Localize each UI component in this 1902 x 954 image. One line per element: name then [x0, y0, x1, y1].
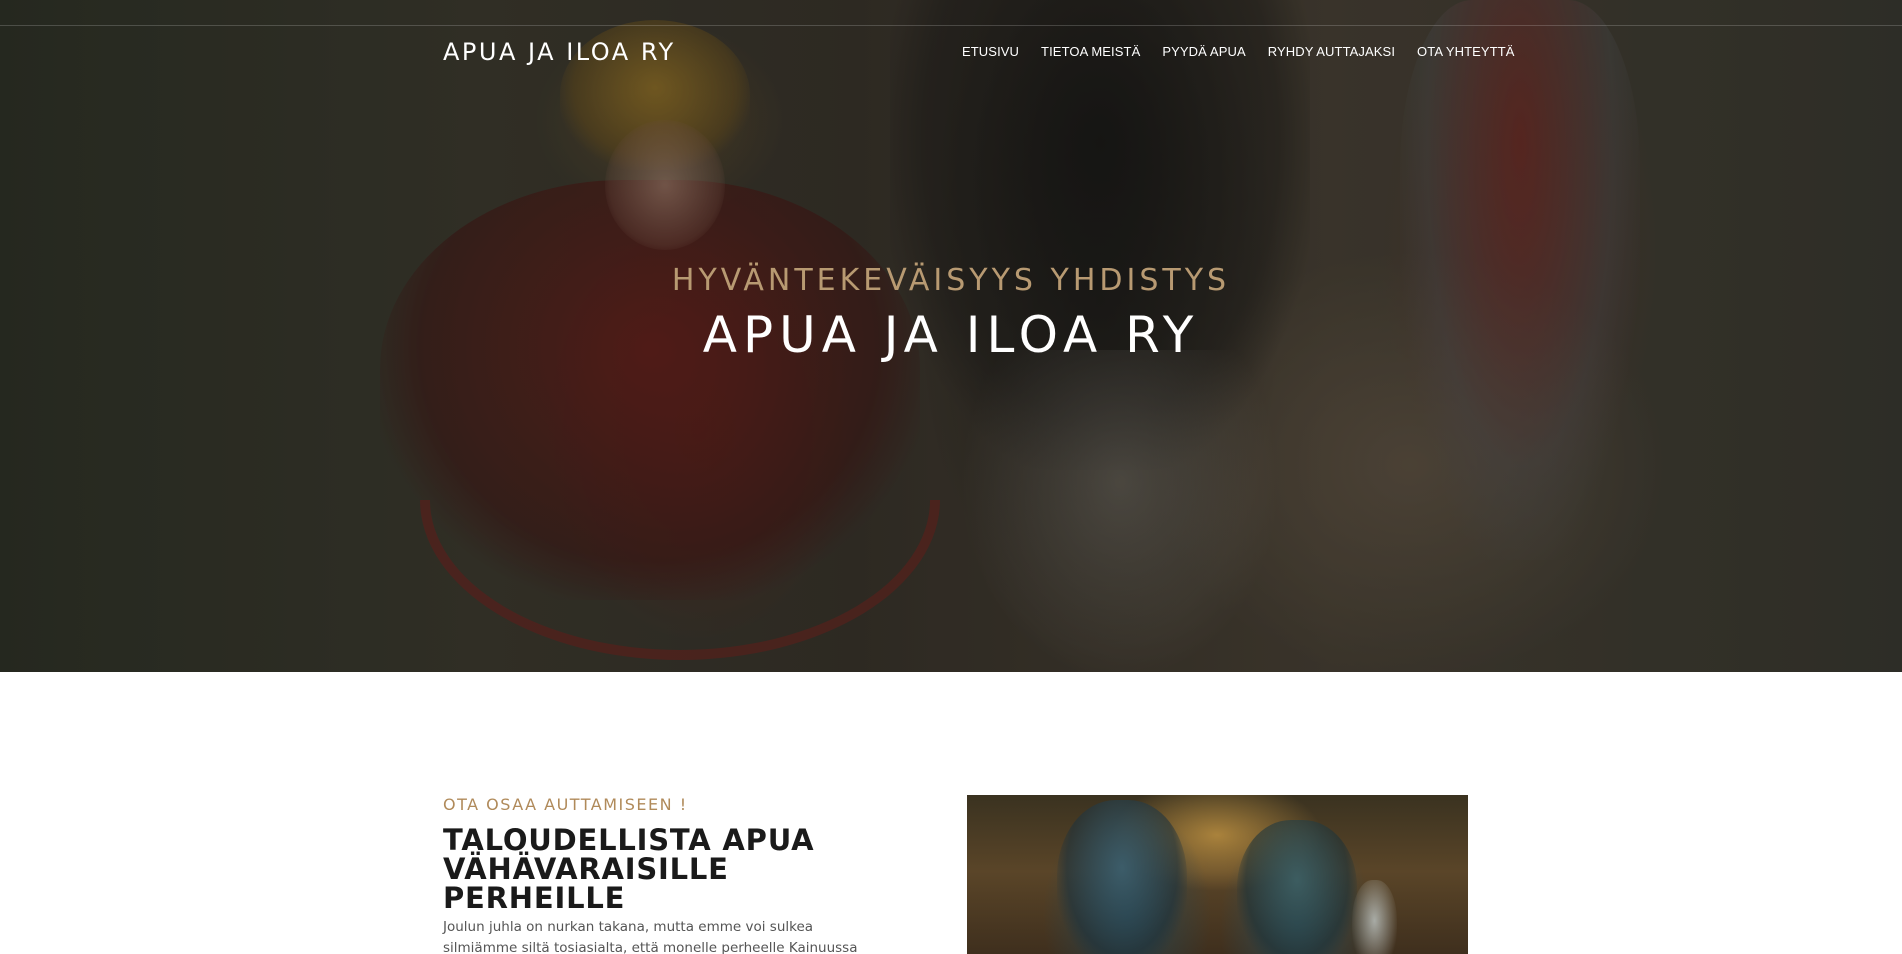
hero-subtitle: HYVÄNTEKEVÄISYYS YHDISTYS — [671, 263, 1231, 298]
section-body-text: Joulun juhla on nurkan takana, mutta emm… — [443, 919, 858, 954]
site-logo[interactable]: APUA JA ILOA RY — [443, 38, 676, 66]
nav-item-etusivu[interactable]: ETUSIVU — [962, 44, 1019, 59]
section-kicker: OTA OSAA AUTTAMISEEN ! — [443, 795, 688, 814]
section-heading-line-1: TALOUDELLISTA APUA — [443, 823, 815, 857]
hero-section: HYVÄNTEKEVÄISYYS YHDISTYS APUA JA ILOA R… — [0, 0, 1902, 672]
main-nav: ETUSIVU TIETOA MEISTÄ PYYDÄ APUA RYHDY A… — [962, 44, 1515, 59]
nav-item-ota-yhteytta[interactable]: OTA YHTEYTTÄ — [1417, 44, 1515, 59]
family-walking-image — [967, 795, 1468, 954]
section-heading-line-2: VÄHÄVARAISILLE PERHEILLE — [443, 852, 729, 915]
site-header: APUA JA ILOA RY ETUSIVU TIETOA MEISTÄ PY… — [0, 26, 1902, 80]
nav-item-pyyda-apua[interactable]: PYYDÄ APUA — [1162, 44, 1245, 59]
section-heading: TALOUDELLISTA APUA VÄHÄVARAISILLE PERHEI… — [443, 826, 913, 913]
image-figure-man — [1057, 800, 1187, 954]
nav-item-ryhdy-auttajaksi[interactable]: RYHDY AUTTAJAKSI — [1268, 44, 1395, 59]
hero-title: APUA JA ILOA RY — [702, 306, 1200, 364]
nav-item-tietoa-meista[interactable]: TIETOA MEISTÄ — [1041, 44, 1140, 59]
image-figure-woman — [1237, 820, 1357, 954]
image-figure-child — [1352, 880, 1397, 954]
